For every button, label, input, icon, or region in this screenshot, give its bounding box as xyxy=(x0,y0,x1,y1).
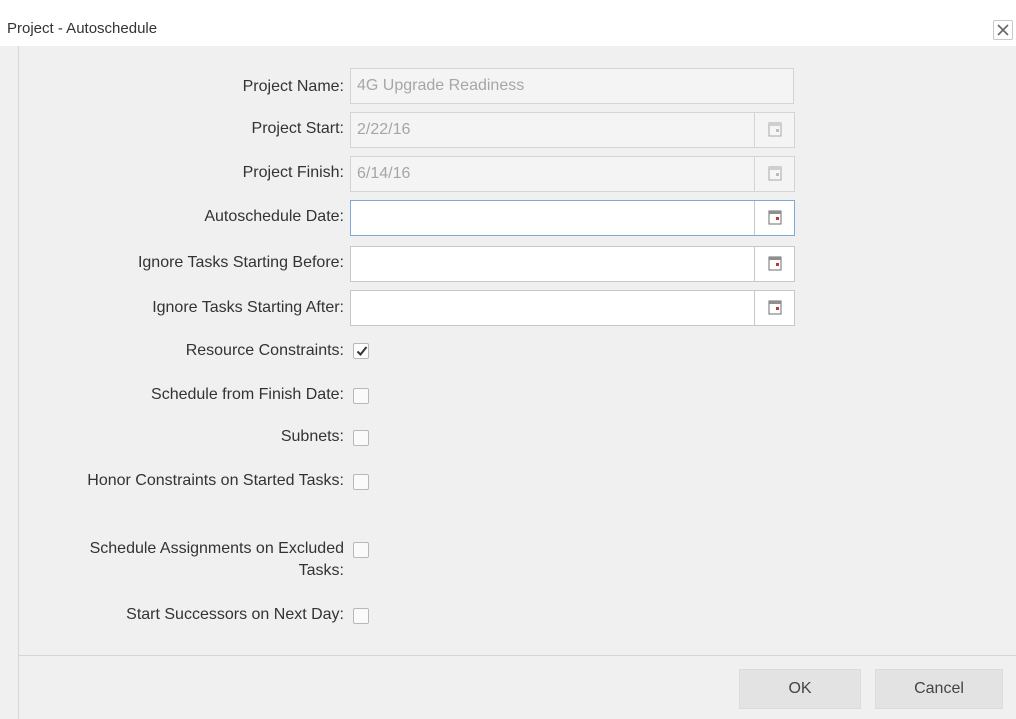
project-start-field: 2/22/16 xyxy=(350,112,795,148)
calendar-icon xyxy=(768,256,782,271)
project-name-value: 4G Upgrade Readiness xyxy=(357,77,525,94)
autoschedule-date-label: Autoschedule Date: xyxy=(204,208,344,225)
subnets-label: Subnets: xyxy=(280,428,344,445)
project-finish-label: Project Finish: xyxy=(242,164,344,181)
project-name-label: Project Name: xyxy=(242,78,344,95)
dialog-titlebar: Project - Autoschedule xyxy=(0,0,1016,46)
calendar-icon xyxy=(768,300,782,315)
calendar-icon xyxy=(768,166,782,181)
subnets-checkbox[interactable] xyxy=(353,430,369,446)
ignore-after-calendar-button[interactable] xyxy=(754,291,794,325)
resource-constraints-checkbox[interactable] xyxy=(353,343,369,359)
calendar-icon xyxy=(768,122,782,137)
resource-constraints-label: Resource Constraints: xyxy=(185,342,344,359)
cancel-button[interactable]: Cancel xyxy=(875,669,1003,709)
project-finish-field: 6/14/16 xyxy=(350,156,795,192)
start-successors-checkbox[interactable] xyxy=(353,608,369,624)
project-start-label: Project Start: xyxy=(251,120,344,137)
autoschedule-date-calendar-button[interactable] xyxy=(754,201,794,235)
autoschedule-dialog: Project - Autoschedule Project Name: 4G … xyxy=(0,0,1016,719)
autoschedule-date-input[interactable] xyxy=(350,200,795,236)
project-finish-value: 6/14/16 xyxy=(357,165,411,182)
ok-button[interactable]: OK xyxy=(739,669,861,709)
schedule-from-finish-label: Schedule from Finish Date: xyxy=(151,386,344,403)
close-button[interactable] xyxy=(993,20,1013,40)
ignore-before-label: Ignore Tasks Starting Before: xyxy=(137,254,344,271)
project-start-value: 2/22/16 xyxy=(357,121,411,138)
honor-constraints-checkbox[interactable] xyxy=(353,474,369,490)
project-finish-calendar-button xyxy=(754,157,794,191)
project-start-calendar-button xyxy=(754,113,794,147)
project-name-field: 4G Upgrade Readiness xyxy=(350,68,794,104)
schedule-from-finish-checkbox[interactable] xyxy=(353,388,369,404)
close-icon xyxy=(997,24,1009,36)
ignore-after-label: Ignore Tasks Starting After: xyxy=(152,299,344,316)
schedule-assignments-label: Schedule Assignments on Excluded Tasks: xyxy=(89,540,344,579)
calendar-icon xyxy=(768,210,782,225)
schedule-assignments-checkbox[interactable] xyxy=(353,542,369,558)
ignore-before-calendar-button[interactable] xyxy=(754,247,794,281)
start-successors-label: Start Successors on Next Day: xyxy=(126,606,344,623)
ignore-after-input[interactable] xyxy=(350,290,795,326)
honor-constraints-label: Honor Constraints on Started Tasks: xyxy=(87,472,344,489)
dialog-title: Project - Autoschedule xyxy=(7,20,158,37)
dialog-footer xyxy=(18,656,1016,719)
ignore-before-input[interactable] xyxy=(350,246,795,282)
check-icon xyxy=(356,346,368,356)
